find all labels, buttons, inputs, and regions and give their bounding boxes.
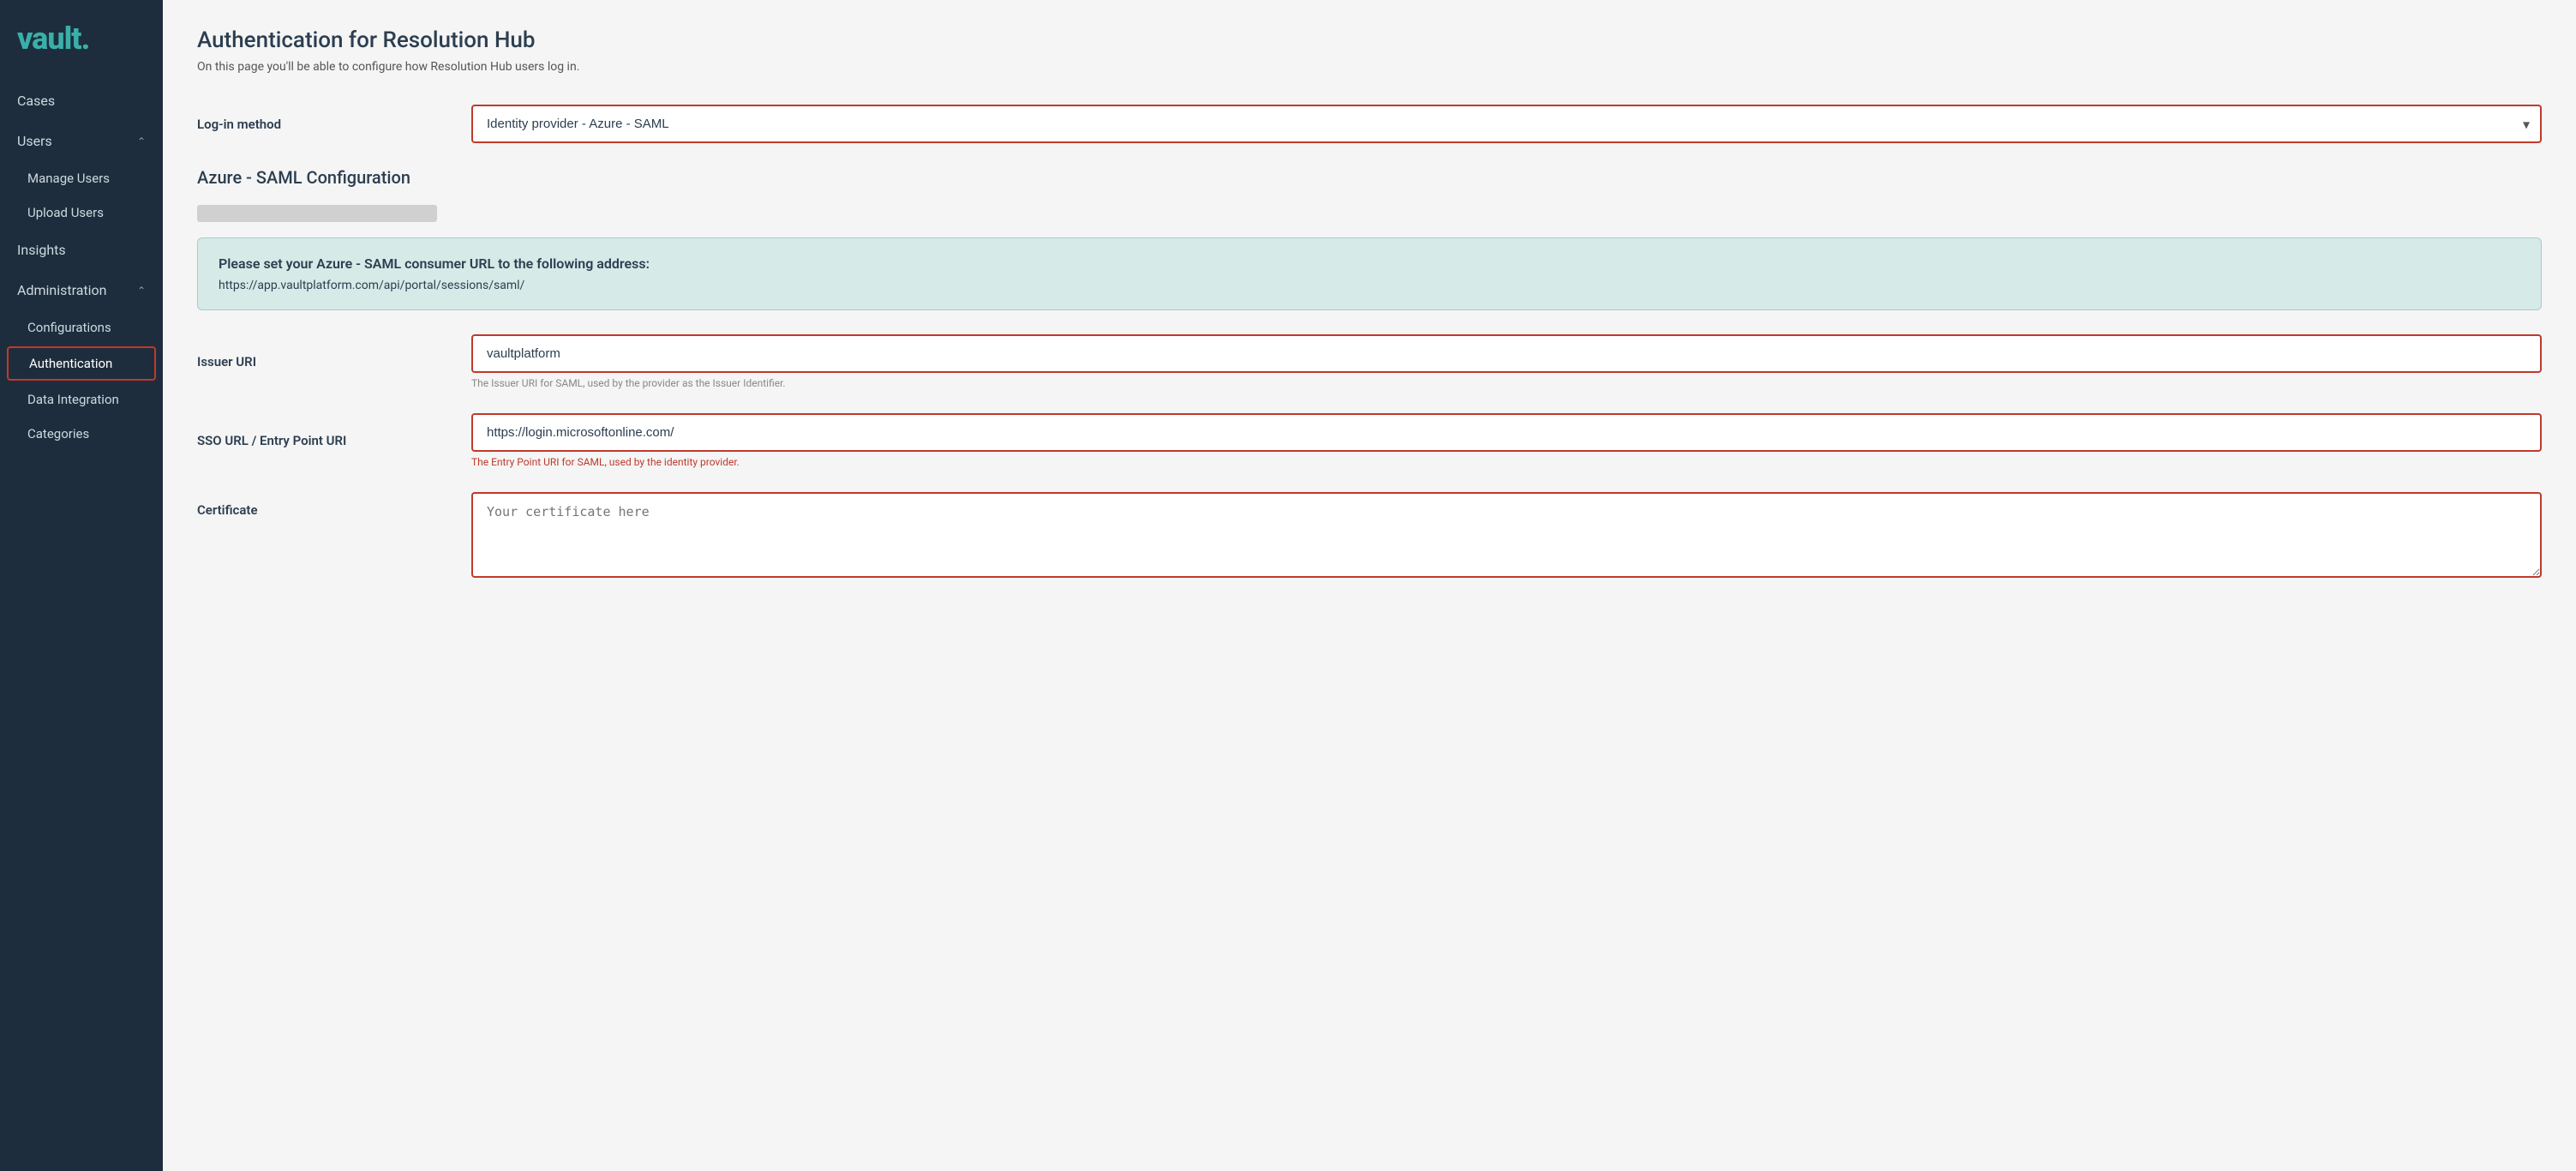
sso-url-label: SSO URL / Entry Point URI bbox=[197, 433, 471, 448]
sidebar-item-configurations[interactable]: Configurations bbox=[0, 310, 163, 345]
saml-section-title: Azure - SAML Configuration bbox=[197, 167, 2542, 188]
main-content: Authentication for Resolution Hub On thi… bbox=[163, 0, 2576, 1171]
sidebar-item-administration[interactable]: Administration ⌃ bbox=[0, 270, 163, 310]
info-box-url: https://app.vaultplatform.com/api/portal… bbox=[219, 279, 2520, 292]
redacted-bar bbox=[197, 205, 437, 222]
certificate-row: Certificate bbox=[197, 492, 2542, 581]
certificate-control bbox=[471, 492, 2542, 581]
sidebar-item-insights-label: Insights bbox=[17, 242, 66, 258]
sidebar-item-users[interactable]: Users ⌃ bbox=[0, 121, 163, 161]
certificate-label: Certificate bbox=[197, 492, 471, 518]
issuer-uri-row: Issuer URI The Issuer URI for SAML, used… bbox=[197, 334, 2542, 389]
sidebar-item-manage-users[interactable]: Manage Users bbox=[0, 161, 163, 195]
chevron-up-icon-admin: ⌃ bbox=[137, 285, 146, 297]
login-method-select[interactable]: Identity provider - Azure - SAML Usernam… bbox=[471, 105, 2542, 143]
sidebar-item-insights[interactable]: Insights bbox=[0, 230, 163, 270]
sidebar-item-administration-label: Administration bbox=[17, 282, 107, 298]
sidebar-item-cases-label: Cases bbox=[17, 93, 55, 109]
login-method-label: Log-in method bbox=[197, 117, 471, 132]
sidebar-item-data-integration[interactable]: Data Integration bbox=[0, 382, 163, 417]
issuer-uri-label: Issuer URI bbox=[197, 354, 471, 369]
sidebar-nav: Cases Users ⌃ Manage Users Upload Users … bbox=[0, 81, 163, 1171]
sso-url-input[interactable] bbox=[471, 413, 2542, 452]
chevron-up-icon: ⌃ bbox=[137, 135, 146, 147]
issuer-uri-control: The Issuer URI for SAML, used by the pro… bbox=[471, 334, 2542, 389]
certificate-textarea[interactable] bbox=[471, 492, 2542, 578]
sso-url-row: SSO URL / Entry Point URI The Entry Poin… bbox=[197, 413, 2542, 468]
sidebar-item-authentication[interactable]: Authentication bbox=[7, 346, 156, 381]
sso-url-hint: The Entry Point URI for SAML, used by th… bbox=[471, 456, 2542, 468]
sidebar: vault. Cases Users ⌃ Manage Users Upload… bbox=[0, 0, 163, 1171]
issuer-uri-hint: The Issuer URI for SAML, used by the pro… bbox=[471, 377, 2542, 389]
logo-area: vault. bbox=[0, 0, 163, 81]
login-method-row: Log-in method Identity provider - Azure … bbox=[197, 105, 2542, 143]
logo: vault. bbox=[17, 21, 89, 57]
saml-info-box: Please set your Azure - SAML consumer UR… bbox=[197, 237, 2542, 310]
sso-url-control: The Entry Point URI for SAML, used by th… bbox=[471, 413, 2542, 468]
login-method-control: Identity provider - Azure - SAML Usernam… bbox=[471, 105, 2542, 143]
page-subtitle: On this page you'll be able to configure… bbox=[197, 60, 2542, 74]
sidebar-item-users-label: Users bbox=[17, 133, 52, 149]
issuer-uri-input[interactable] bbox=[471, 334, 2542, 373]
sidebar-item-categories[interactable]: Categories bbox=[0, 417, 163, 451]
info-box-title: Please set your Azure - SAML consumer UR… bbox=[219, 255, 2520, 272]
sidebar-item-cases[interactable]: Cases bbox=[0, 81, 163, 121]
login-method-select-wrapper: Identity provider - Azure - SAML Usernam… bbox=[471, 105, 2542, 143]
sidebar-item-upload-users[interactable]: Upload Users bbox=[0, 195, 163, 230]
page-title: Authentication for Resolution Hub bbox=[197, 27, 2542, 53]
